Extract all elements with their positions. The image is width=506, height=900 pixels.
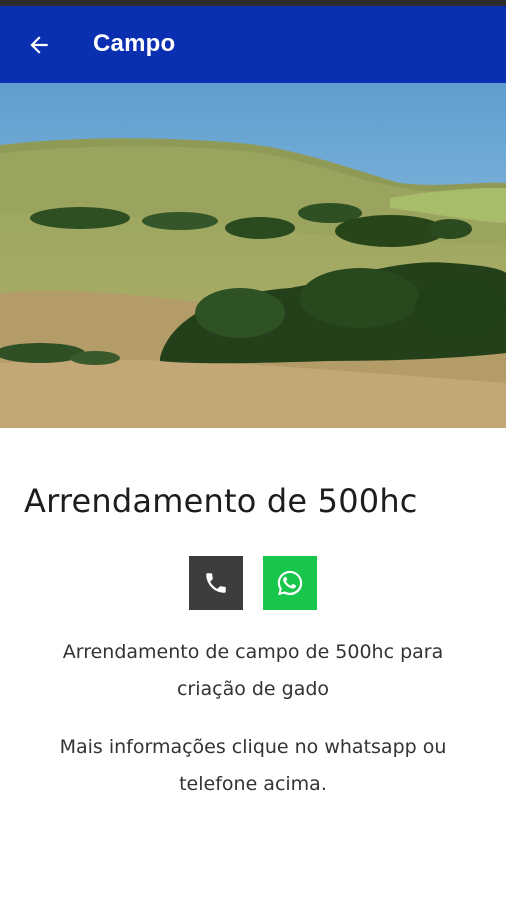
back-button[interactable] [22, 28, 56, 62]
arrow-left-icon [30, 36, 48, 54]
hero-image [0, 83, 506, 428]
app-bar: Campo [0, 6, 506, 83]
phone-icon [206, 573, 226, 593]
page-title: Campo [93, 30, 176, 57]
info-line: telefone acima. [179, 773, 327, 795]
whatsapp-icon [277, 570, 303, 596]
contact-buttons [189, 556, 317, 610]
whatsapp-button[interactable] [263, 556, 317, 610]
listing-description: Arrendamento de campo de 500hc para cria… [0, 634, 506, 708]
description-line: Arrendamento de campo de 500hc para [62, 641, 444, 663]
description-line: criação de gado [176, 678, 330, 700]
info-line: Mais informações clique no whatsapp ou [59, 736, 447, 758]
listing-title: Arrendamento de 500hc [24, 482, 418, 520]
phone-button[interactable] [189, 556, 243, 610]
listing-contact-info: Mais informações clique no whatsapp ou t… [0, 729, 506, 803]
